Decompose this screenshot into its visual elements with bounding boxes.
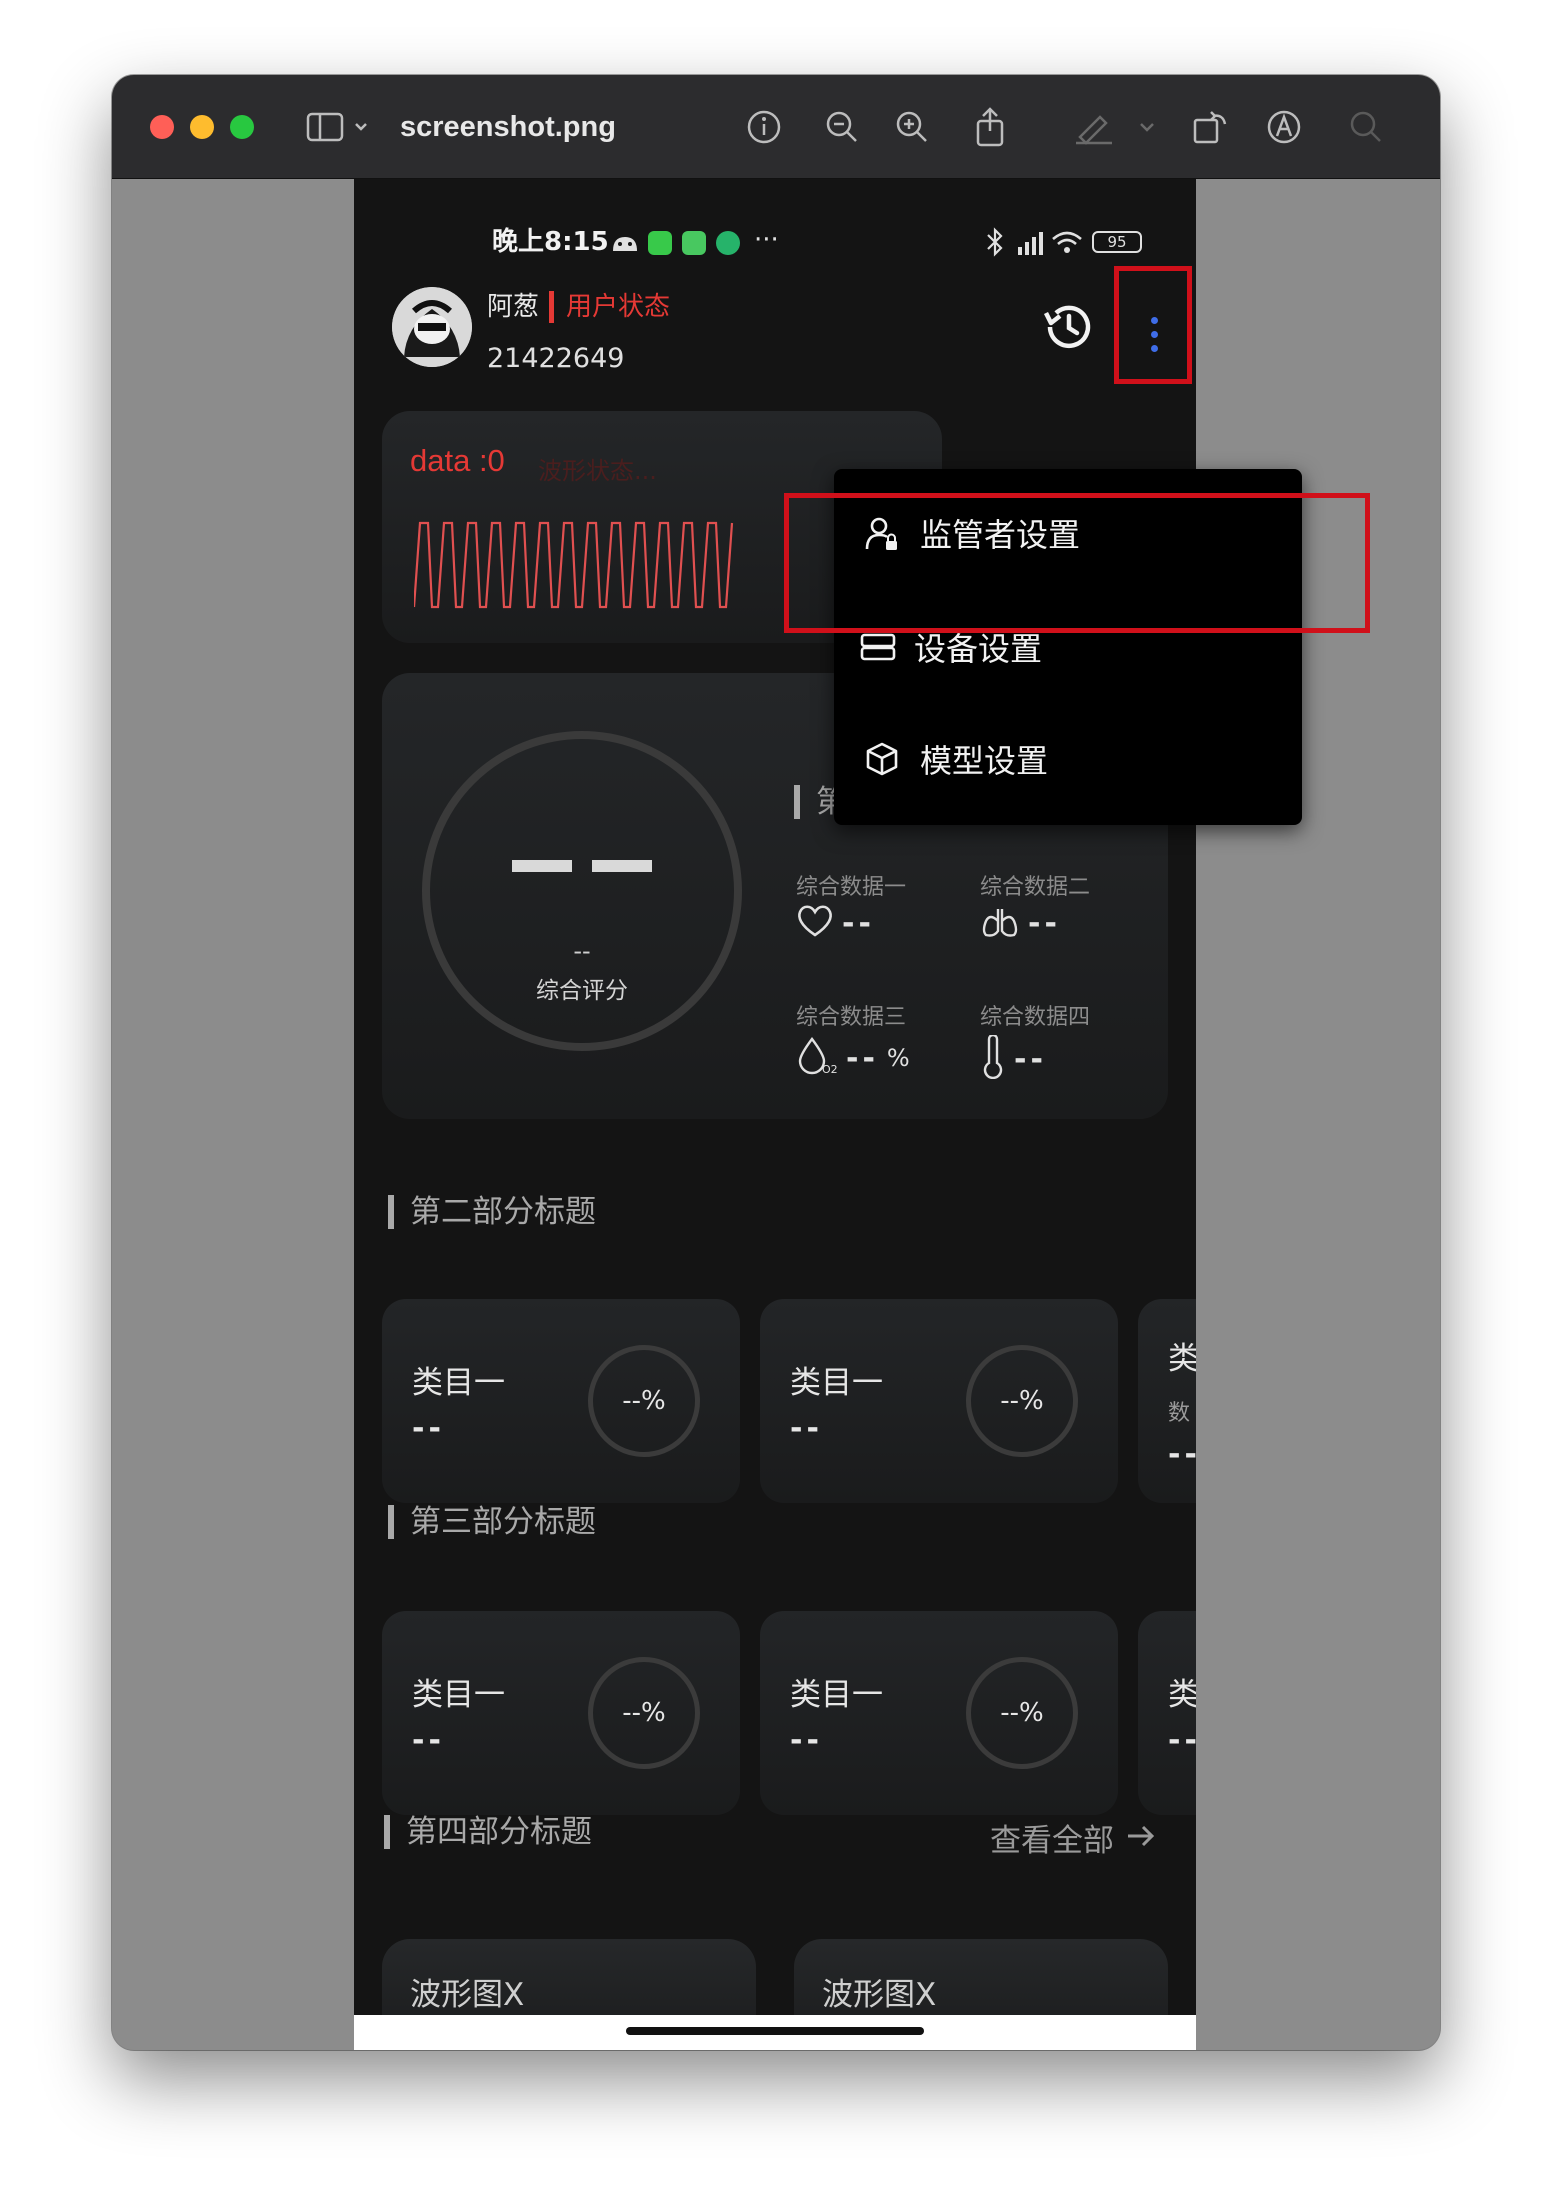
rotate-icon[interactable] [1188,105,1232,149]
percent-ring: --% [588,1657,700,1769]
metric-value-4: -- [980,1033,1047,1083]
section2-card-3[interactable]: 类 数 -- [1138,1299,1196,1503]
shield-notification-icon [716,231,740,255]
zoom-in-icon[interactable] [890,105,934,149]
annotate-icon[interactable] [1262,105,1306,149]
status-time: 晚上8:15 [492,227,609,257]
home-indicator[interactable] [626,2027,924,2035]
score-label: 综合评分 [536,978,628,1004]
user-status: 用户状态 [549,291,670,323]
score-gauge: -- 综合评分 [422,731,742,1051]
metric-value-2: -- [980,903,1061,943]
android-icon [610,231,640,257]
window-title: screenshot.png [400,111,616,143]
section3-title: 第三部分标题 [388,1505,596,1539]
signal-icon [1010,227,1046,261]
battery-level: 95 [1107,233,1127,251]
section2-card-1[interactable]: 类目一 -- --% [382,1299,740,1503]
sidebar-toggle-icon[interactable] [304,105,374,149]
device-icon [858,627,898,667]
wifi-icon [1050,227,1084,261]
section3-card-1[interactable]: 类目一 -- --% [382,1611,740,1815]
phone-screen: 晚上8:15 ··· 95 阿葱 用户状态 21422649 data:0 波… [354,179,1196,2050]
preview-window: screenshot.png 晚上8:15 ··· 95 阿葱 用户状态 214… [112,75,1440,2050]
cube-icon [862,739,902,779]
markup-dropdown-chevron-icon[interactable] [1132,105,1162,149]
user-id: 21422649 [487,343,625,374]
history-icon [1040,299,1096,359]
metric-value-1: -- [796,903,875,943]
arrow-right-icon [1126,1820,1156,1856]
heart-icon [796,903,834,943]
metric-label-1: 综合数据一 [796,875,907,900]
percent-ring: --% [966,1657,1078,1769]
search-icon[interactable] [1344,105,1388,149]
metric-label-3: 综合数据三 [796,1005,907,1030]
section2-title: 第二部分标题 [388,1195,596,1229]
score-sub-value: -- [573,937,591,965]
zoom-out-icon[interactable] [820,105,864,149]
wave-status-label: 波形状态... [538,457,657,485]
metric-label-4: 综合数据四 [980,1005,1091,1030]
info-icon[interactable] [742,105,786,149]
section2-card-2[interactable]: 类目一 -- --% [760,1299,1118,1503]
minimize-window-button[interactable] [190,115,214,139]
oxygen-drop-icon: O2 [796,1035,838,1081]
status-bar: 晚上8:15 ··· 95 [354,221,1196,263]
section3-card-3[interactable]: 类 -- [1138,1611,1196,1815]
tool-notification-icon [682,231,706,255]
section4-title: 第四部分标题 [384,1815,592,1849]
metric-value-3: O2 -- % [796,1035,910,1081]
battery-icon: 95 [1092,231,1142,253]
app-notification-icon [648,231,672,255]
user-name: 阿葱 [487,292,540,322]
home-indicator-area [354,2015,1196,2050]
data-value-label: data :0 [410,443,505,478]
score-placeholder [430,857,734,876]
view-all-link[interactable]: 查看全部 [990,1815,1156,1860]
thermometer-icon [980,1033,1006,1083]
more-notifications-icon: ··· [754,225,779,255]
device-settings-highlight [784,493,1370,633]
section3-card-2[interactable]: 类目一 -- --% [760,1611,1118,1815]
percent-ring: --% [966,1345,1078,1457]
window-titlebar: screenshot.png [112,75,1440,179]
history-button[interactable] [1038,299,1098,359]
markup-pen-icon[interactable] [1072,105,1116,149]
more-button-highlight [1114,266,1192,384]
zoom-window-button[interactable] [230,115,254,139]
bluetooth-icon [986,227,1004,261]
square-wave-graphic [414,521,734,609]
lungs-icon [980,903,1020,943]
svg-text:O2: O2 [822,1063,838,1076]
menu-item-model-settings[interactable]: 模型设置 [834,703,1302,815]
metric-label-2: 综合数据二 [980,875,1091,900]
percent-ring: --% [588,1345,700,1457]
close-window-button[interactable] [150,115,174,139]
user-avatar[interactable] [392,287,472,367]
share-icon[interactable] [968,105,1012,149]
